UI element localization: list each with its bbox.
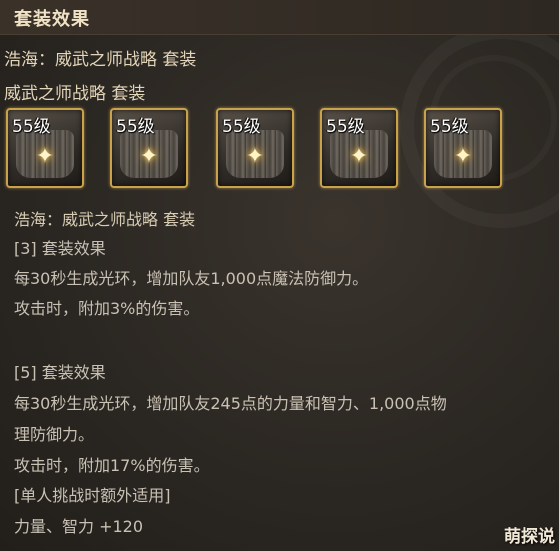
effect-set-name: 浩海：威武之师战略 套装 — [14, 210, 196, 229]
set-name-full: 浩海：威武之师战略 套装 — [4, 50, 197, 70]
tier3-effect-2: 攻击时，附加3%的伤害。 — [14, 299, 200, 318]
tier5-effect-1: 每30秒生成光环，增加队友245点的力量和智力、1,000点物 — [14, 394, 447, 413]
item-level: 55级 — [326, 117, 365, 137]
equipment-slot-1[interactable]: 55级 ✦ — [6, 108, 84, 188]
tier5-solo-note: [单人挑战时额外适用] — [14, 486, 171, 505]
equipment-slot-2[interactable]: 55级 ✦ — [110, 108, 188, 188]
set-name-short: 威武之师战略 套装 — [4, 84, 146, 104]
sparkle-icon: ✦ — [453, 144, 473, 169]
watermark-logo: 萌探说 — [504, 527, 555, 547]
item-level: 55级 — [430, 117, 469, 137]
sparkle-icon: ✦ — [139, 144, 159, 169]
item-level: 55级 — [116, 117, 155, 137]
tier3-effect-1: 每30秒生成光环，增加队友1,000点魔法防御力。 — [14, 269, 369, 288]
equipment-slot-5[interactable]: 55级 ✦ — [424, 108, 502, 188]
tier5-effect-4: 力量、智力 +120 — [14, 517, 144, 536]
equipment-slot-3[interactable]: 55级 ✦ — [216, 108, 294, 188]
equipment-slots: 55级 ✦ 55级 ✦ 55级 ✦ 55级 ✦ — [6, 108, 416, 192]
sparkle-icon: ✦ — [245, 144, 265, 169]
panel-title: 套装效果 — [14, 9, 90, 30]
title-bar: 套装效果 — [0, 0, 559, 35]
tier5-effect-3: 攻击时，附加17%的伤害。 — [14, 456, 210, 475]
equipment-slot-4[interactable]: 55级 ✦ — [320, 108, 398, 188]
tier5-effect-2: 理防御力。 — [14, 425, 95, 444]
sparkle-icon: ✦ — [349, 144, 369, 169]
tier3-title: [3] 套装效果 — [14, 239, 106, 258]
item-level: 55级 — [222, 117, 261, 137]
set-effect-tooltip: 套装效果 浩海：威武之师战略 套装 威武之师战略 套装 55级 ✦ 55级 ✦ … — [0, 0, 559, 551]
sparkle-icon: ✦ — [35, 144, 55, 169]
item-level: 55级 — [12, 117, 51, 137]
tier5-title: [5] 套装效果 — [14, 363, 106, 382]
